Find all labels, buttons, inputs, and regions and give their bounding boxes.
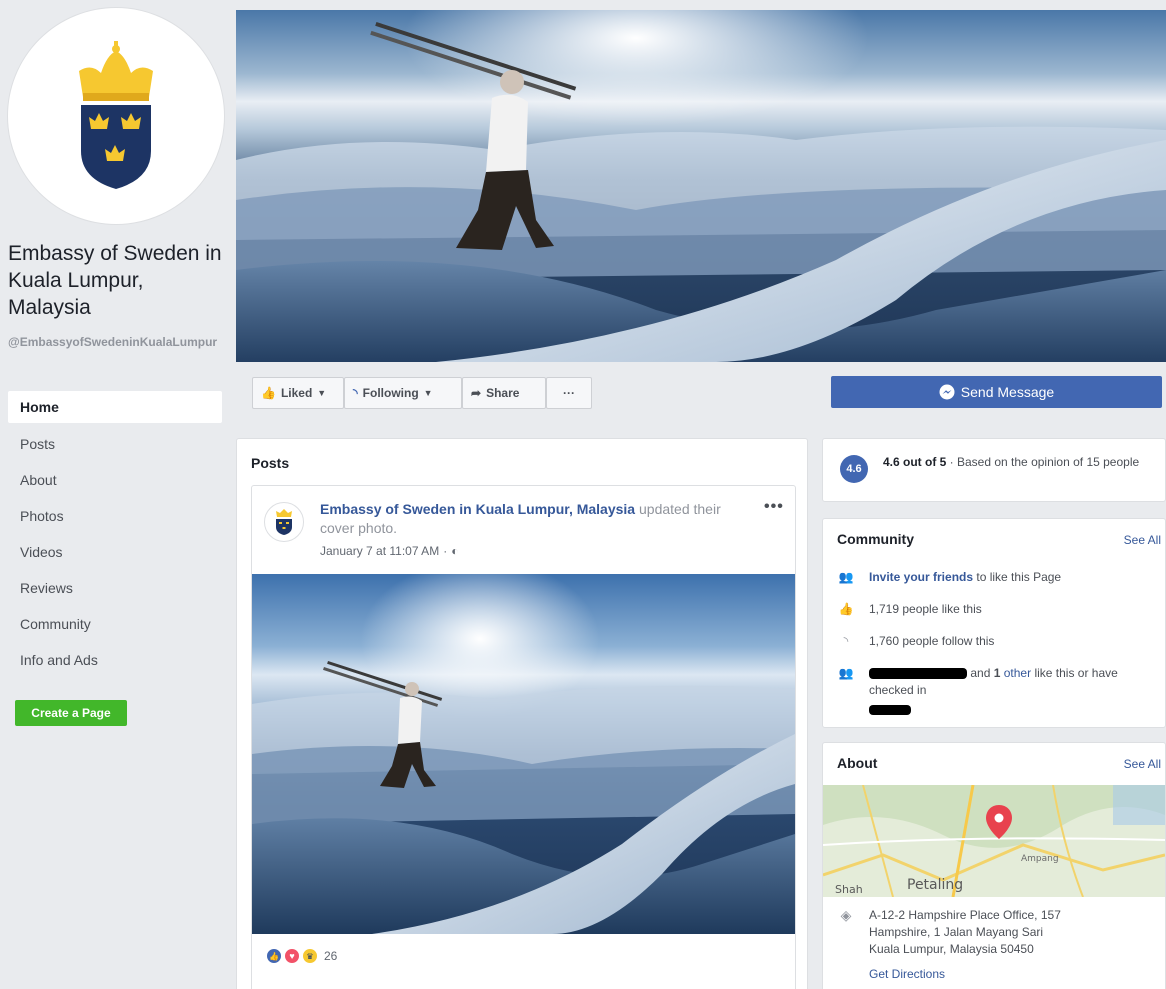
map-label-ampang: Ampang — [1021, 854, 1059, 864]
friends-rest-text: like this or have — [1034, 666, 1118, 680]
get-directions-link[interactable]: Get Directions — [869, 967, 945, 981]
nav-item-info-and-ads[interactable]: Info and Ads — [8, 643, 222, 679]
send-message-label: Send Message — [960, 384, 1055, 400]
community-heading: Community — [837, 531, 914, 547]
share-arrow-icon: ➦ — [471, 386, 482, 400]
more-options-button[interactable]: ··· — [546, 377, 592, 409]
invite-friends-link[interactable]: Invite your friends — [869, 570, 973, 584]
about-card: About See All Ampang Petaling Shah ◈ A-1… — [822, 742, 1166, 989]
share-button[interactable]: ➦ Share — [462, 377, 546, 409]
likes-count-text: 1,719 people like this — [869, 602, 982, 616]
redacted-name — [869, 668, 967, 680]
rating-badge: 4.6 — [840, 455, 868, 483]
post-author-avatar[interactable] — [264, 502, 304, 542]
posts-panel: Posts Embassy of Sweden in Kuala Lumpur,… — [236, 438, 808, 989]
about-see-all-link[interactable]: See All — [1124, 757, 1161, 771]
swedish-crest-icon — [79, 41, 153, 189]
post-options-button[interactable]: ••• — [764, 498, 784, 516]
following-label: Following — [362, 386, 419, 400]
friends-count: 1 — [993, 666, 1001, 680]
thumbs-up-icon: 👍 — [261, 386, 276, 400]
people-icon: 👥 — [838, 570, 854, 584]
rss-icon: ◝ — [843, 634, 849, 648]
profile-picture[interactable] — [8, 8, 224, 224]
cover-photo[interactable] — [236, 10, 1166, 362]
address-lines: A-12-2 Hampshire Place Office, 157 Hamps… — [869, 907, 1061, 958]
post-photo[interactable] — [252, 574, 795, 934]
post-card: Embassy of Sweden in Kuala Lumpur, Malay… — [251, 485, 796, 989]
liked-label: Liked — [280, 386, 313, 400]
post-photo-image — [252, 574, 795, 934]
about-heading: About — [837, 755, 878, 771]
create-page-button[interactable]: Create a Page — [15, 700, 127, 726]
nav-item-about[interactable]: About — [8, 463, 222, 499]
share-label: Share — [486, 386, 520, 400]
send-message-button[interactable]: Send Message — [831, 376, 1162, 408]
nav-item-home[interactable]: Home — [8, 391, 222, 423]
page-title: Embassy of Sweden in Kuala Lumpur, Malay… — [8, 242, 222, 319]
love-reaction-icon: ♥ — [284, 948, 300, 964]
address-row: ◈ A-12-2 Hampshire Place Office, 157 Ham… — [837, 907, 1061, 958]
reaction-count: 26 — [324, 949, 338, 963]
thumbs-up-icon: 👍 — [838, 602, 854, 616]
nav-item-reviews[interactable]: Reviews — [8, 571, 222, 607]
friends-other-link[interactable]: other — [1004, 666, 1031, 680]
nav-item-photos[interactable]: Photos — [8, 499, 222, 535]
likes-row: 👍 1,719 people like this — [837, 601, 982, 618]
post-header: Embassy of Sweden in Kuala Lumpur, Malay… — [320, 500, 750, 538]
like-reaction-icon: 👍 — [266, 948, 282, 964]
globe-icon: ◐ — [451, 544, 459, 558]
post-timestamp[interactable]: January 7 at 11:07 AM · ◐ — [320, 544, 458, 558]
crest-reaction-icon: ♛ — [302, 948, 318, 964]
messenger-icon — [939, 384, 955, 400]
follows-row: ◝ 1,760 people follow this — [837, 633, 995, 650]
community-see-all-link[interactable]: See All — [1124, 533, 1161, 547]
friends-row: 👥 and 1 other like this or have checked … — [837, 665, 1157, 716]
nav-item-videos[interactable]: Videos — [8, 535, 222, 571]
chevron-down-icon: ▼ — [317, 388, 327, 398]
friends-and-text: and — [970, 666, 991, 680]
swedish-crest-icon — [276, 509, 292, 535]
rating-detail: · Based on the opinion of 15 people — [946, 455, 1140, 469]
address-line: A-12-2 Hampshire Place Office, 157 — [869, 908, 1061, 922]
redacted-avatar — [869, 704, 911, 715]
map-image: Ampang Petaling Shah — [823, 785, 1165, 897]
rating-card[interactable]: 4.6 4.6 out of 5 · Based on the opinion … — [822, 438, 1166, 502]
posts-heading: Posts — [251, 455, 290, 471]
invite-rest-text: to like this Page — [976, 570, 1062, 584]
post-reactions[interactable]: 👍 ♥ ♛ 26 — [266, 948, 337, 964]
community-card: Community See All 👥 Invite your friends … — [822, 518, 1166, 728]
location-map[interactable]: Ampang Petaling Shah — [823, 785, 1165, 897]
page-handle[interactable]: @EmbassyofSwedeninKualaLumpur — [8, 334, 228, 350]
rating-summary: 4.6 out of 5 — [883, 455, 947, 469]
rating-text: 4.6 out of 5 · Based on the opinion of 1… — [883, 454, 1153, 470]
location-icon: ◈ — [840, 907, 852, 923]
cover-photo-image — [236, 10, 1166, 362]
people-icon: 👥 — [838, 666, 854, 680]
following-button[interactable]: ◝ Following ▼ — [344, 377, 462, 409]
map-label-shah: Shah — [835, 883, 863, 896]
nav-item-community[interactable]: Community — [8, 607, 222, 643]
invite-friends-row: 👥 Invite your friends to like this Page — [837, 569, 1062, 586]
address-line: Hampshire, 1 Jalan Mayang Sari — [869, 925, 1044, 939]
post-author-link[interactable]: Embassy of Sweden in Kuala Lumpur, Malay… — [320, 501, 635, 517]
rss-icon: ◝ — [353, 386, 358, 400]
chevron-down-icon: ▼ — [423, 388, 433, 398]
liked-button[interactable]: 👍 Liked ▼ — [252, 377, 344, 409]
post-time-label: January 7 at 11:07 AM — [320, 544, 440, 558]
address-line: Kuala Lumpur, Malaysia 50450 — [869, 942, 1034, 956]
page-nav: Home Posts About Photos Videos Reviews C… — [8, 391, 222, 679]
map-label-petaling: Petaling — [907, 877, 963, 893]
follows-count-text: 1,760 people follow this — [869, 634, 995, 648]
page-action-bar: 👍 Liked ▼ ◝ Following ▼ ➦ Share ··· Send… — [236, 372, 1166, 416]
nav-item-posts[interactable]: Posts — [8, 427, 222, 463]
checked-in-text: checked in — [869, 683, 927, 697]
